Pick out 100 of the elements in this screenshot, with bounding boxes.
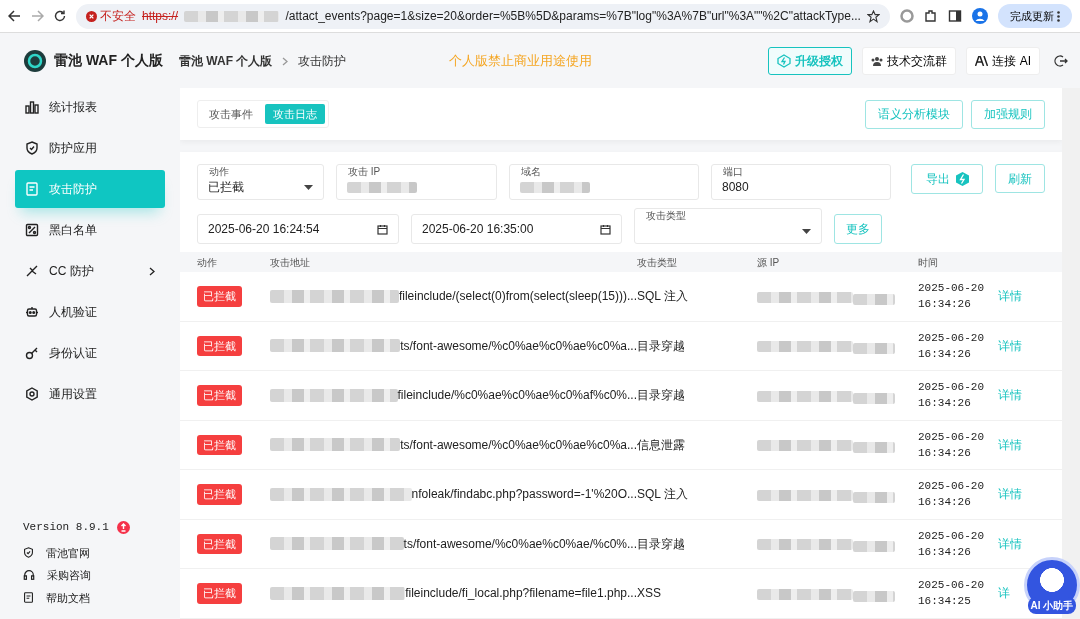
table-cell-text: 16:34:26 bbox=[918, 544, 972, 560]
column-header: 攻击地址 bbox=[270, 255, 311, 270]
back-icon[interactable] bbox=[8, 10, 21, 22]
redacted-text bbox=[520, 181, 590, 193]
date-field[interactable]: 2025-06-20 16:24:54 bbox=[197, 214, 399, 244]
gear-icon bbox=[25, 387, 39, 401]
sidebar-item[interactable]: CC 防护 bbox=[15, 252, 165, 290]
sidebar-item[interactable]: 防护应用 bbox=[15, 129, 165, 167]
input-field[interactable]: 域名 bbox=[509, 164, 699, 200]
status-badge: 已拦截 bbox=[197, 385, 242, 406]
document-icon bbox=[23, 592, 34, 604]
ai-icon bbox=[975, 55, 989, 66]
table-cell-text: 2025-06-20 bbox=[918, 380, 985, 396]
group-icon bbox=[871, 55, 884, 66]
table-cell-text: 16:34:26 bbox=[918, 346, 972, 362]
table-cell-text: 2025-06-20 bbox=[918, 479, 985, 495]
tab[interactable]: 攻击事件 bbox=[201, 103, 261, 125]
field-value: 2025-06-20 16:24:54 bbox=[208, 221, 320, 238]
breadcrumb-item[interactable]: 雷池 WAF 个人版 bbox=[179, 51, 273, 70]
table-cell-text: 16:34:26 bbox=[918, 396, 972, 412]
input-field[interactable]: 端口 8080 bbox=[711, 164, 891, 200]
header-button[interactable]: 连接 AI bbox=[966, 46, 1040, 75]
table-cell-text: SQL 注入 bbox=[637, 288, 689, 306]
input-field[interactable]: 攻击 IP bbox=[336, 164, 497, 200]
table-cell-text: 2025-06-20 bbox=[918, 281, 985, 297]
header-button[interactable]: 技术交流群 bbox=[862, 46, 957, 75]
column-header: 动作 bbox=[197, 255, 218, 270]
table-cell-text: 信息泄露 bbox=[637, 436, 686, 454]
update-button[interactable]: 完成更新 bbox=[997, 3, 1072, 29]
sidebar-item[interactable]: 身份认证 bbox=[15, 334, 165, 372]
chevron-icon bbox=[282, 56, 289, 66]
table-cell-text: XSS bbox=[637, 585, 662, 603]
app-title: 雷池 WAF 个人版 bbox=[54, 51, 163, 70]
field-label: 端口 bbox=[721, 166, 745, 177]
upgrade-icon bbox=[116, 520, 130, 534]
table-cell-text: 目录穿越 bbox=[637, 535, 686, 553]
logout-icon[interactable] bbox=[1054, 53, 1068, 68]
table-cell-text: fileinclude/%c0%ae%c0%ae%c0%af%c0%... bbox=[397, 387, 637, 405]
bar-chart-icon bbox=[25, 100, 39, 114]
field-label: 域名 bbox=[519, 166, 543, 177]
status-badge: 已拦截 bbox=[197, 533, 242, 554]
dropdown-caret-icon bbox=[802, 228, 811, 234]
table-cell-text: 目录穿越 bbox=[637, 337, 686, 355]
list-icon bbox=[25, 223, 39, 237]
scrollbar[interactable] bbox=[1062, 88, 1080, 619]
key-icon bbox=[25, 346, 39, 360]
table-cell-text: 2025-06-20 bbox=[918, 330, 985, 346]
url-path: /attact_events?page=1&size=20&order=%5B%5D&params=%7B"log"%3A%7B"url"%3A""%2C"attackType... bbox=[285, 8, 861, 25]
shield-icon bbox=[23, 547, 34, 559]
date-field[interactable]: 2025-06-20 16:35:00 bbox=[411, 214, 622, 244]
sidebar-item[interactable]: 统计报表 bbox=[15, 88, 165, 126]
sidebar-link[interactable]: 采购咨询 bbox=[23, 567, 165, 584]
table-cell-text: 2025-06-20 bbox=[918, 429, 985, 445]
table-cell-text: SQL 注入 bbox=[637, 486, 689, 504]
sidebar-item[interactable]: 通用设置 bbox=[15, 375, 165, 413]
status-badge: 已拦截 bbox=[197, 434, 242, 455]
sidebar-item[interactable]: 人机验证 bbox=[15, 293, 165, 331]
column-header: 时间 bbox=[918, 255, 939, 270]
shield-icon bbox=[25, 141, 39, 155]
more-icon bbox=[1057, 11, 1060, 23]
table-cell-text: ts/font-awesome/%c0%ae%c0%ae/%c0%... bbox=[403, 535, 637, 553]
table-cell-text: fileinclude/fi_local.php?filename=file1.php... bbox=[405, 585, 637, 603]
dropdown-field[interactable]: 动作 已拦截 bbox=[197, 164, 324, 200]
table-cell-text: 16:34:25 bbox=[918, 594, 972, 610]
headset-icon bbox=[23, 569, 35, 582]
security-label: 不安全 bbox=[100, 8, 136, 25]
redacted-text bbox=[347, 181, 417, 193]
dropdown-field[interactable]: 攻击类型 bbox=[634, 208, 822, 244]
profile-icon[interactable] bbox=[971, 8, 988, 24]
table-cell-text: ts/font-awesome/%c0%ae%c0%ae%c0%a... bbox=[400, 436, 637, 454]
table-cell-text: 16:34:26 bbox=[918, 495, 972, 511]
table-cell-text: 目录穿越 bbox=[637, 387, 686, 405]
table-cell-text: 16:34:26 bbox=[918, 445, 972, 461]
table-cell-text: nfoleak/findabc.php?password=-1'%20O... bbox=[411, 486, 637, 504]
star-icon[interactable] bbox=[866, 9, 880, 23]
calendar-icon[interactable] bbox=[600, 223, 611, 235]
url-scheme: https:// bbox=[142, 8, 179, 25]
table-cell-text: 2025-06-20 bbox=[918, 528, 985, 544]
sidebar-link[interactable]: 雷池官网 bbox=[23, 544, 165, 561]
circle-icon[interactable] bbox=[899, 9, 914, 23]
field-value: 已拦截 bbox=[208, 179, 244, 196]
sidebar-item[interactable]: 黑白名单 bbox=[15, 211, 165, 249]
calendar-icon[interactable] bbox=[377, 223, 388, 235]
notice-text: 个人版禁止商业用途使用 bbox=[449, 51, 593, 70]
column-header: 源 IP bbox=[757, 255, 781, 270]
reload-icon[interactable] bbox=[54, 10, 66, 22]
address-bar[interactable]: 不安全 https:// /attact_events?page=1&size=20&order=%5B%5D&params=%7B"log"%3A%7B"url"%3A""%2C"attackType... bbox=[76, 3, 890, 29]
table-cell-text: fileinclude/(select(0)from(select(sleep(15)))... bbox=[398, 288, 637, 306]
breadcrumb-item: 攻击防护 bbox=[298, 52, 347, 70]
table-cell-text: 16:34:26 bbox=[918, 297, 972, 313]
robot-icon bbox=[25, 305, 39, 319]
field-value: 8080 bbox=[722, 179, 749, 196]
version-text: Version 8.9.1 bbox=[23, 520, 109, 535]
status-badge: 已拦截 bbox=[197, 583, 242, 604]
status-badge: 已拦截 bbox=[197, 484, 242, 505]
field-label: 攻击 IP bbox=[346, 166, 383, 177]
sidebar-icon[interactable] bbox=[947, 9, 962, 23]
field-value: 2025-06-20 16:35:00 bbox=[422, 221, 534, 238]
sidebar-link[interactable]: 帮助文档 bbox=[23, 589, 165, 606]
field-label: 攻击类型 bbox=[644, 210, 688, 221]
